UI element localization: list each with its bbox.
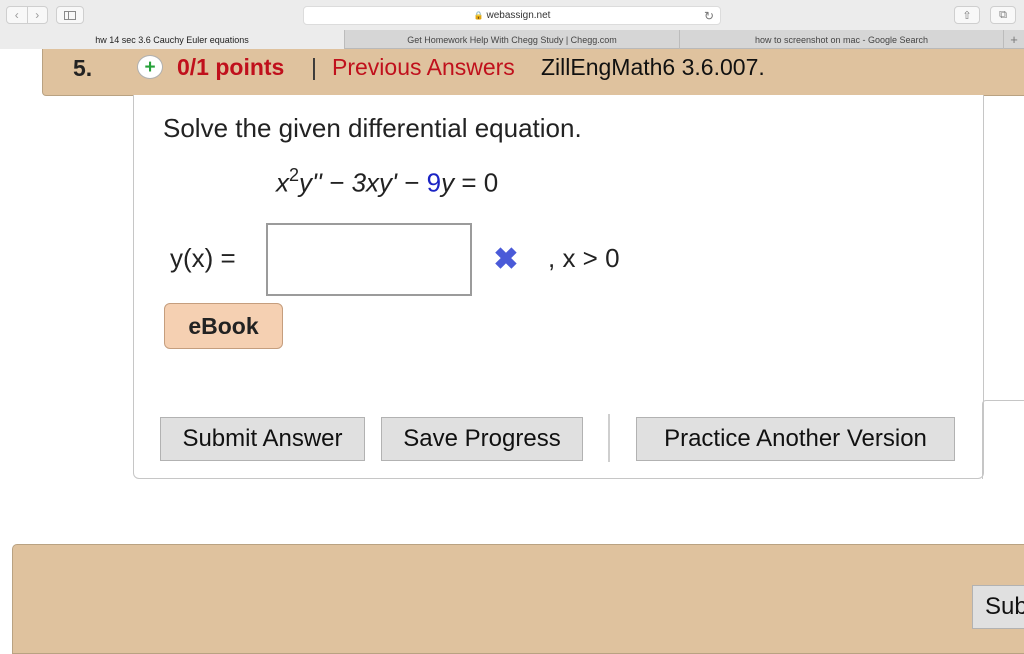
points-score: 0/1 points	[177, 54, 285, 80]
tab-google-search[interactable]: how to screenshot on mac - Google Search	[680, 30, 1004, 49]
eq-rhs: = 0	[454, 167, 499, 198]
tabs-icon[interactable]: ⧉	[990, 6, 1016, 24]
problem-id: ZillEngMath6 3.6.007.	[541, 54, 765, 80]
tab-label: how to screenshot on mac - Google Search	[754, 34, 929, 45]
browser-toolbar: ‹ › 🔒 webassign.net ↻ ⇧ ⧉	[0, 0, 1024, 30]
previous-answers-link[interactable]: Previous Answers	[332, 54, 515, 81]
sidebar-icon[interactable]	[56, 6, 84, 24]
back-icon[interactable]: ‹	[7, 7, 27, 23]
eq-term3: y	[441, 167, 455, 198]
tab-label: hw 14 sec 3.6 Cauchy Euler equations	[95, 34, 249, 45]
tab-label: Get Homework Help With Chegg Study | Che…	[407, 34, 617, 45]
forward-icon[interactable]: ›	[26, 7, 48, 23]
nav-buttons: ‹ ›	[6, 6, 48, 24]
reload-icon[interactable]: ↻	[704, 9, 714, 23]
expand-plus-icon[interactable]: +	[137, 55, 163, 79]
tab-chegg[interactable]: Get Homework Help With Chegg Study | Che…	[345, 30, 680, 49]
url-text: webassign.net	[486, 10, 551, 21]
ebook-button[interactable]: eBook	[164, 303, 283, 349]
eq-base: x	[276, 167, 289, 198]
button-divider	[608, 414, 610, 462]
lock-icon: 🔒	[473, 11, 484, 20]
tab-bar: hw 14 sec 3.6 Cauchy Euler equations Get…	[0, 30, 1024, 49]
eq-term2: xy'	[366, 167, 398, 198]
eq-exponent: 2	[289, 165, 300, 185]
share-icon[interactable]: ⇧	[954, 6, 980, 24]
next-submit-button[interactable]: Sub	[972, 585, 1024, 629]
side-panel-edge	[982, 400, 1024, 479]
eq-term1: y'' − 3	[299, 167, 367, 198]
eq-minus: −	[397, 167, 427, 198]
next-question-panel	[12, 544, 1024, 654]
header-separator: |	[311, 54, 317, 80]
question-header: 5. + 0/1 points | Previous Answers ZillE…	[42, 49, 1024, 96]
tab-cauchy-euler[interactable]: hw 14 sec 3.6 Cauchy Euler equations	[0, 30, 345, 49]
question-prompt: Solve the given differential equation.	[163, 113, 582, 143]
new-tab-icon[interactable]: +	[1004, 30, 1024, 48]
domain-condition: , x > 0	[548, 243, 620, 273]
answer-label: y(x) =	[170, 243, 236, 273]
submit-answer-button[interactable]: Submit Answer	[160, 417, 365, 461]
save-progress-button[interactable]: Save Progress	[381, 417, 583, 461]
practice-another-version-button[interactable]: Practice Another Version	[636, 417, 955, 461]
eq-coefficient: 9	[426, 167, 442, 198]
address-bar[interactable]: 🔒 webassign.net ↻	[303, 6, 721, 25]
incorrect-x-icon: ✖	[493, 243, 519, 276]
differential-equation: x2y'' − 3xy' − 9y = 0	[276, 165, 499, 199]
answer-input[interactable]	[266, 223, 472, 296]
question-number: 5.	[73, 55, 93, 81]
